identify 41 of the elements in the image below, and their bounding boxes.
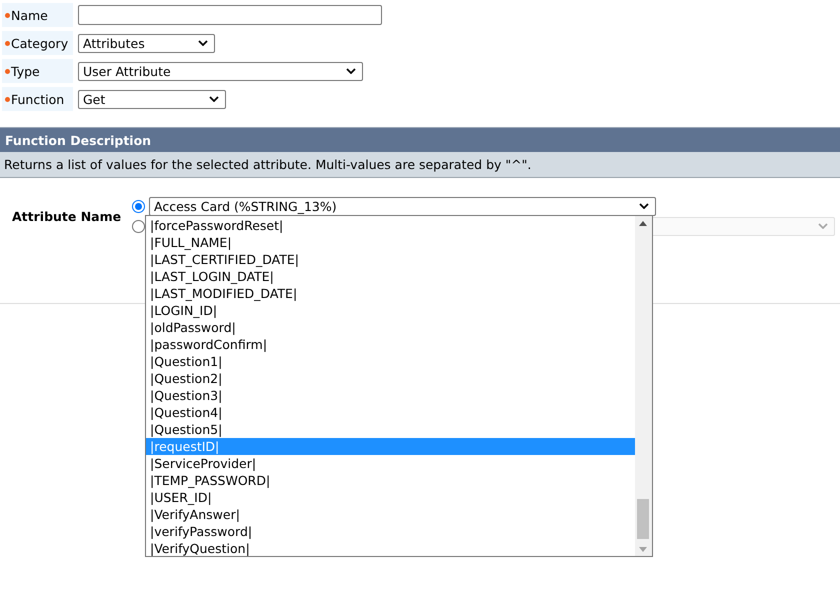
- chevron-down-icon: [209, 96, 219, 102]
- field-label: Category: [11, 36, 68, 50]
- dropdown-option[interactable]: |USER_ID|: [146, 489, 635, 506]
- dropdown[interactable]: Attributes: [78, 34, 215, 52]
- scroll-up-icon[interactable]: [639, 221, 647, 226]
- dropdown-option[interactable]: |passwordConfirm|: [146, 336, 635, 353]
- dropdown-option[interactable]: |VerifyAnswer|: [146, 506, 635, 523]
- dropdown-option[interactable]: |Question4|: [146, 404, 635, 421]
- field-label: Type: [11, 64, 40, 78]
- dropdown-option[interactable]: |VerifyQuestion|: [146, 540, 635, 557]
- section-header: Function Description: [0, 127, 840, 152]
- dropdown-option[interactable]: |LOGIN_ID|: [146, 302, 635, 319]
- radio-button[interactable]: [132, 200, 145, 212]
- scroll-thumb[interactable]: [637, 499, 649, 539]
- scroll-down-icon[interactable]: [639, 547, 647, 552]
- dropdown-option[interactable]: |Question5|: [146, 421, 635, 438]
- chevron-down-icon: [639, 203, 649, 209]
- dropdown-option[interactable]: |LAST_LOGIN_DATE|: [146, 268, 635, 285]
- dropdown-option[interactable]: |Question1|: [146, 353, 635, 370]
- field-label: Name: [11, 8, 48, 22]
- dropdown-option[interactable]: |Question3|: [146, 387, 635, 404]
- chevron-down-icon: [198, 40, 208, 46]
- function-description-text: Returns a list of values for the selected attribute. Multi-values are separated by "^".: [0, 152, 840, 178]
- scrollbar[interactable]: [635, 216, 652, 556]
- dropdown[interactable]: User Attribute: [78, 62, 363, 80]
- field-label: Attribute Name: [12, 209, 122, 224]
- dropdown[interactable]: Access Card (%STRING_13%): [149, 196, 656, 216]
- chevron-down-icon: [818, 223, 828, 229]
- chevron-down-icon: [346, 68, 356, 74]
- dropdown-option[interactable]: |LAST_CERTIFIED_DATE|: [146, 251, 635, 268]
- dropdown-option[interactable]: |TEMP_PASSWORD|: [146, 472, 635, 489]
- field-label: Function: [11, 92, 64, 106]
- dropdown-option[interactable]: |verifyPassword|: [146, 523, 635, 540]
- dropdown[interactable]: Get: [78, 90, 226, 108]
- dropdown-option[interactable]: |Question2|: [146, 370, 635, 387]
- dropdown-option[interactable]: |oldPassword|: [146, 319, 635, 336]
- dropdown-option[interactable]: |forcePasswordReset|: [146, 217, 635, 234]
- dropdown-option[interactable]: |ServiceProvider|: [146, 455, 635, 472]
- dropdown-option[interactable]: |FULL_NAME|: [146, 234, 635, 251]
- name-field[interactable]: [78, 5, 382, 25]
- dropdown-option[interactable]: |LAST_MODIFIED_DATE|: [146, 285, 635, 302]
